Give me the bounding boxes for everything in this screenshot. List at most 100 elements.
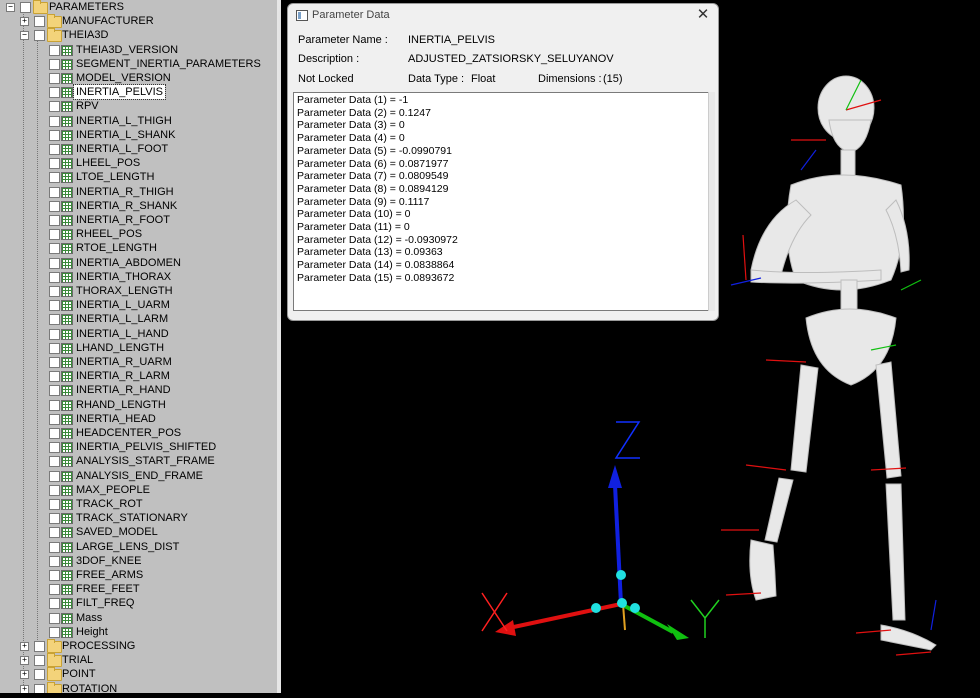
dialog-titlebar[interactable]: Parameter Data ✕ <box>288 4 718 26</box>
tree-row-parameters[interactable]: − PARAMETERS <box>0 0 277 14</box>
checkbox[interactable] <box>49 357 60 368</box>
tree-row[interactable]: HEADCENTER_POS <box>0 426 277 440</box>
tree-row[interactable]: INERTIA_L_LARM <box>0 312 277 326</box>
checkbox[interactable] <box>34 16 45 27</box>
checkbox[interactable] <box>49 158 60 169</box>
checkbox[interactable] <box>49 130 60 141</box>
tree-row[interactable]: Mass <box>0 611 277 625</box>
checkbox[interactable] <box>34 641 45 652</box>
tree-row[interactable]: RHAND_LENGTH <box>0 398 277 412</box>
checkbox[interactable] <box>49 329 60 340</box>
checkbox[interactable] <box>49 229 60 240</box>
close-icon[interactable]: ✕ <box>694 6 712 24</box>
tree-row[interactable]: + POINT <box>0 667 277 681</box>
checkbox[interactable] <box>49 598 60 609</box>
tree-row[interactable]: 3DOF_KNEE <box>0 554 277 568</box>
tree-row[interactable]: INERTIA_R_SHANK <box>0 199 277 213</box>
tree-row[interactable]: RPV <box>0 99 277 113</box>
checkbox[interactable] <box>49 570 60 581</box>
tree-row[interactable]: INERTIA_HEAD <box>0 412 277 426</box>
checkbox[interactable] <box>34 684 45 693</box>
tree-row[interactable]: TRACK_ROT <box>0 497 277 511</box>
checkbox[interactable] <box>49 428 60 439</box>
tree-row[interactable]: INERTIA_PELVIS <box>0 84 277 100</box>
checkbox[interactable] <box>49 87 60 98</box>
tree-row[interactable]: RTOE_LENGTH <box>0 241 277 255</box>
checkbox[interactable] <box>49 627 60 638</box>
checkbox[interactable] <box>49 172 60 183</box>
checkbox[interactable] <box>20 2 31 13</box>
parameter-tree[interactable]: − PARAMETERS + MANUFACTURER − THEIA3D THEIA3D_… <box>0 0 277 693</box>
checkbox[interactable] <box>49 485 60 496</box>
tree-row[interactable]: RHEEL_POS <box>0 227 277 241</box>
tree-row[interactable]: SEGMENT_INERTIA_PARAMETERS <box>0 57 277 71</box>
checkbox[interactable] <box>49 556 60 567</box>
tree-row[interactable]: FREE_ARMS <box>0 568 277 582</box>
checkbox[interactable] <box>49 542 60 553</box>
expander-icon[interactable]: + <box>20 17 29 26</box>
tree-row[interactable]: INERTIA_L_FOOT <box>0 142 277 156</box>
tree-row[interactable]: + PROCESSING <box>0 639 277 653</box>
checkbox[interactable] <box>49 116 60 127</box>
expander-icon[interactable]: − <box>6 3 15 12</box>
tree-row[interactable]: LHAND_LENGTH <box>0 341 277 355</box>
checkbox[interactable] <box>49 201 60 212</box>
checkbox[interactable] <box>49 513 60 524</box>
checkbox[interactable] <box>34 655 45 666</box>
checkbox[interactable] <box>49 371 60 382</box>
checkbox[interactable] <box>49 499 60 510</box>
tree-row[interactable]: INERTIA_L_HAND <box>0 327 277 341</box>
tree-row[interactable]: ANALYSIS_END_FRAME <box>0 469 277 483</box>
checkbox[interactable] <box>49 613 60 624</box>
checkbox[interactable] <box>49 584 60 595</box>
checkbox[interactable] <box>49 471 60 482</box>
expander-icon[interactable]: − <box>20 31 29 40</box>
expander-icon[interactable]: + <box>20 670 29 679</box>
tree-row[interactable]: MODEL_VERSION <box>0 71 277 85</box>
checkbox[interactable] <box>34 669 45 680</box>
expander-icon[interactable]: + <box>20 656 29 665</box>
tree-row[interactable]: + TRIAL <box>0 653 277 667</box>
checkbox[interactable] <box>49 187 60 198</box>
tree-row[interactable]: + MANUFACTURER <box>0 14 277 28</box>
tree-row[interactable]: INERTIA_L_THIGH <box>0 114 277 128</box>
checkbox[interactable] <box>49 73 60 84</box>
expander-icon[interactable]: + <box>20 642 29 651</box>
checkbox[interactable] <box>49 286 60 297</box>
checkbox[interactable] <box>49 343 60 354</box>
tree-row[interactable]: THORAX_LENGTH <box>0 284 277 298</box>
checkbox[interactable] <box>49 215 60 226</box>
checkbox[interactable] <box>34 30 45 41</box>
parameter-data-list[interactable]: Parameter Data (1) = -1 Parameter Data (2… <box>293 92 713 311</box>
expander-icon[interactable]: + <box>20 685 29 693</box>
checkbox[interactable] <box>49 59 60 70</box>
checkbox[interactable] <box>49 272 60 283</box>
tree-row[interactable]: INERTIA_R_LARM <box>0 369 277 383</box>
checkbox[interactable] <box>49 414 60 425</box>
checkbox[interactable] <box>49 144 60 155</box>
tree-row[interactable]: + ROTATION <box>0 682 277 693</box>
tree-row[interactable]: FREE_FEET <box>0 582 277 596</box>
tree-row[interactable]: − THEIA3D <box>0 28 277 42</box>
tree-row[interactable]: INERTIA_R_FOOT <box>0 213 277 227</box>
checkbox[interactable] <box>49 101 60 112</box>
checkbox[interactable] <box>49 527 60 538</box>
tree-row[interactable]: THEIA3D_VERSION <box>0 43 277 57</box>
tree-row[interactable]: INERTIA_R_HAND <box>0 383 277 397</box>
checkbox[interactable] <box>49 456 60 467</box>
tree-row[interactable]: INERTIA_R_THIGH <box>0 185 277 199</box>
checkbox[interactable] <box>49 243 60 254</box>
tree-row[interactable]: INERTIA_ABDOMEN <box>0 256 277 270</box>
tree-row[interactable]: INERTIA_THORAX <box>0 270 277 284</box>
tree-row[interactable]: INERTIA_R_UARM <box>0 355 277 369</box>
tree-row[interactable]: TRACK_STATIONARY <box>0 511 277 525</box>
tree-row[interactable]: FILT_FREQ <box>0 596 277 610</box>
data-list-scrollbar[interactable] <box>708 92 715 311</box>
tree-row[interactable]: INERTIA_L_UARM <box>0 298 277 312</box>
tree-row[interactable]: Height <box>0 625 277 639</box>
checkbox[interactable] <box>49 400 60 411</box>
tree-row[interactable]: INERTIA_PELVIS_SHIFTED <box>0 440 277 454</box>
tree-row[interactable]: SAVED_MODEL <box>0 525 277 539</box>
checkbox[interactable] <box>49 314 60 325</box>
checkbox[interactable] <box>49 300 60 311</box>
